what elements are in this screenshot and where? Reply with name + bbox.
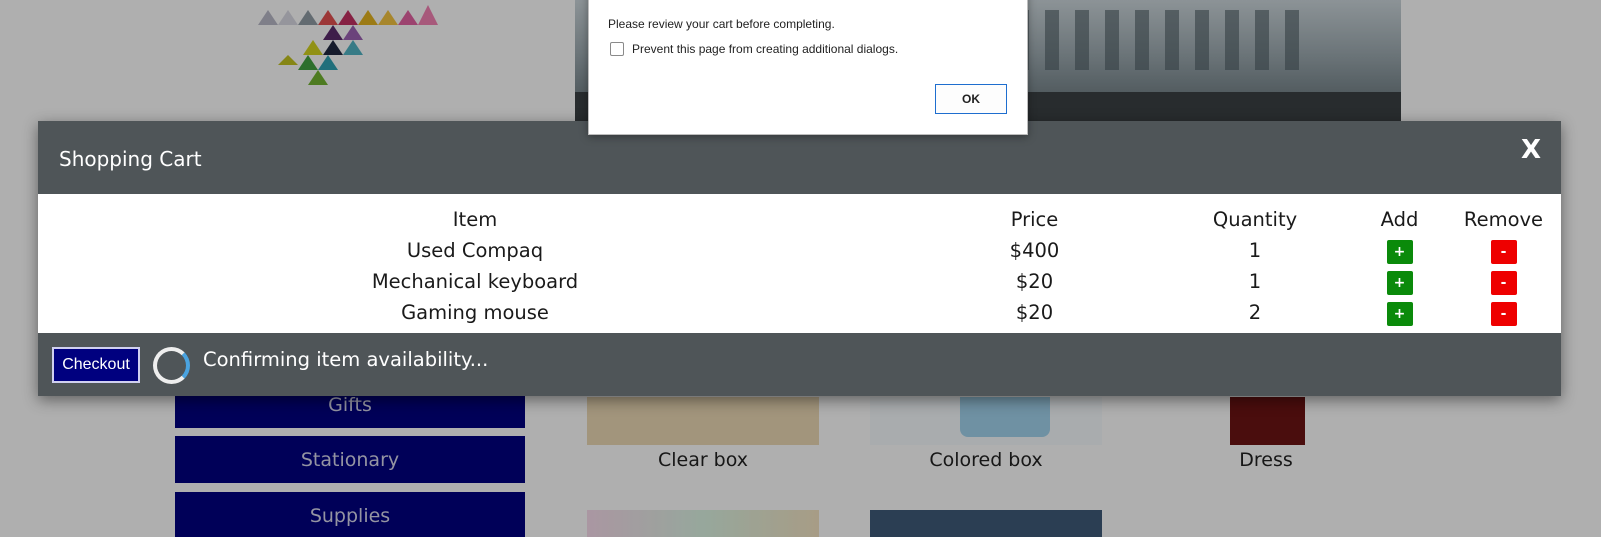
dialog-message: Please review your cart before completin… — [608, 17, 835, 31]
table-row: Used Compaq $400 1 + - — [38, 235, 1561, 266]
column-header-add: Add — [1380, 208, 1419, 231]
prevent-dialogs-label[interactable]: Prevent this page from creating addition… — [632, 42, 898, 56]
item-name: Used Compaq — [406, 239, 544, 262]
table-header-row: Item Price Quantity Add Remove — [38, 204, 1561, 235]
add-button[interactable]: + — [1386, 270, 1413, 295]
ok-button[interactable]: OK — [935, 84, 1007, 114]
loading-spinner-icon — [153, 347, 190, 384]
item-name: Gaming mouse — [401, 301, 549, 324]
close-icon[interactable]: X — [1521, 135, 1541, 165]
cart-title: Shopping Cart — [59, 147, 202, 171]
item-price: $20 — [1015, 270, 1054, 293]
shopping-cart-modal: Shopping Cart X Item Price Quantity Add … — [38, 121, 1561, 396]
item-name: Mechanical keyboard — [371, 270, 579, 293]
alert-dialog: Please review your cart before completin… — [588, 0, 1028, 135]
column-header-remove: Remove — [1463, 208, 1544, 231]
column-header-quantity: Quantity — [1212, 208, 1298, 231]
cart-footer: Checkout Confirming item availability... — [38, 333, 1561, 396]
checkout-button[interactable]: Checkout — [52, 347, 140, 383]
item-quantity: 1 — [1248, 239, 1262, 262]
remove-button[interactable]: - — [1490, 239, 1517, 264]
prevent-dialogs-option[interactable]: Prevent this page from creating addition… — [610, 42, 898, 56]
item-quantity: 1 — [1248, 270, 1262, 293]
column-header-price: Price — [1010, 208, 1059, 231]
remove-button[interactable]: - — [1490, 301, 1517, 326]
table-row: Gaming mouse $20 2 + - — [38, 297, 1561, 328]
table-row: Mechanical keyboard $20 1 + - — [38, 266, 1561, 297]
item-price: $20 — [1015, 301, 1054, 324]
add-button[interactable]: + — [1386, 301, 1413, 326]
add-button[interactable]: + — [1386, 239, 1413, 264]
column-header-item: Item — [452, 208, 498, 231]
remove-button[interactable]: - — [1490, 270, 1517, 295]
item-price: $400 — [1009, 239, 1060, 262]
prevent-dialogs-checkbox[interactable] — [610, 42, 624, 56]
item-quantity: 2 — [1248, 301, 1262, 324]
availability-status: Confirming item availability... — [203, 348, 489, 371]
